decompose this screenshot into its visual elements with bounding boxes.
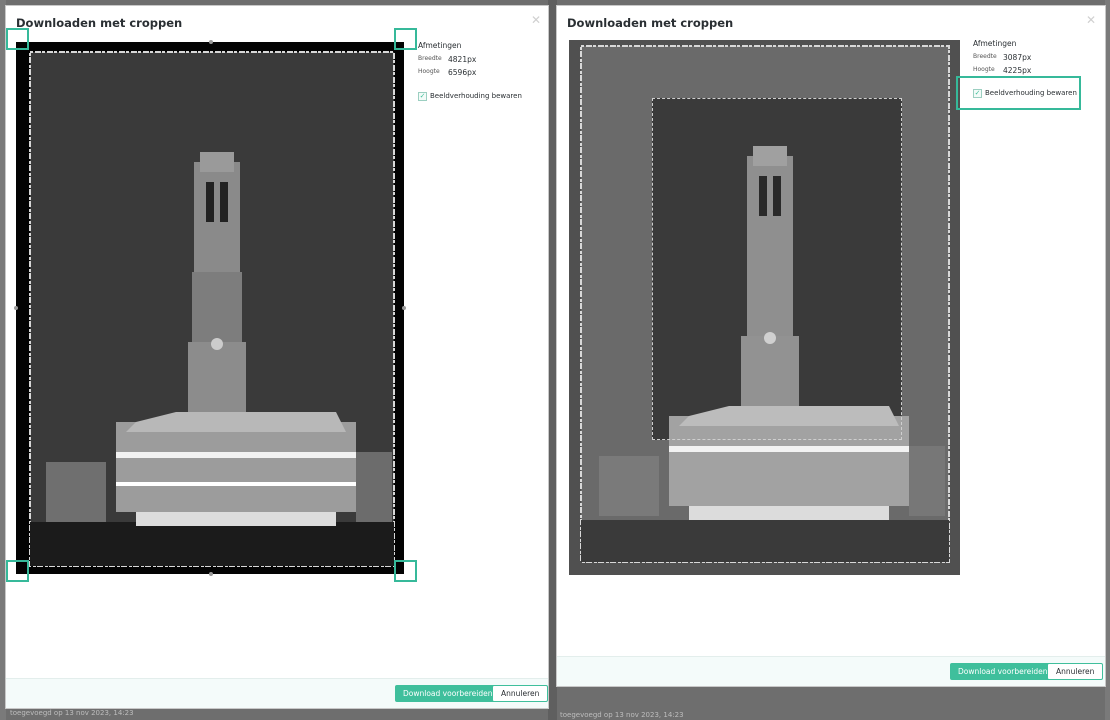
- width-label: Breedte: [973, 53, 997, 60]
- dialog-footer: Download voorbereiden Annuleren: [6, 678, 549, 708]
- keep-ratio-checkbox[interactable]: ✓ Beeldverhouding bewaren: [418, 90, 522, 102]
- prepare-download-button[interactable]: Download voorbereiden: [395, 685, 501, 702]
- crop-image-area[interactable]: [569, 40, 960, 575]
- corner-handle-top-left[interactable]: [6, 28, 29, 50]
- dimensions-heading: Afmetingen: [418, 41, 462, 50]
- backdrop-middle: [548, 0, 557, 720]
- crop-image-area[interactable]: [16, 42, 404, 574]
- crop-handle-bottom[interactable]: [209, 572, 213, 576]
- belfry-photo: [16, 42, 404, 574]
- crop-handle-top[interactable]: [209, 40, 213, 44]
- backdrop-footer-text-right: toegevoegd op 13 nov 2023, 14:23: [560, 711, 684, 719]
- corner-handle-bottom-left[interactable]: [6, 560, 29, 582]
- height-label: Hoogte: [418, 68, 440, 75]
- checkmark-icon: ✓: [418, 91, 427, 101]
- backdrop-footer-text-left: toegevoegd op 13 nov 2023, 14:23: [10, 709, 134, 717]
- crop-dialog-left: Downloaden met croppen ✕ Afmetingen Bree…: [6, 6, 549, 708]
- width-value: 3087px: [1003, 53, 1032, 62]
- dialog-title: Downloaden met croppen: [567, 16, 734, 30]
- height-label: Hoogte: [973, 66, 995, 73]
- crop-handle-right[interactable]: [402, 306, 406, 310]
- crop-dialog-right: Downloaden met croppen ✕ Afmetingen Bree…: [557, 6, 1105, 686]
- keep-ratio-checkbox[interactable]: ✓ Beeldverhouding bewaren: [973, 87, 1077, 99]
- backdrop-right: [1105, 0, 1110, 720]
- prepare-download-button[interactable]: Download voorbereiden: [950, 663, 1056, 680]
- corner-handle-top-right[interactable]: [394, 28, 417, 50]
- corner-handle-bottom-right[interactable]: [394, 560, 417, 582]
- keep-ratio-label: Beeldverhouding bewaren: [430, 92, 522, 100]
- dialog-footer: Download voorbereiden Annuleren: [557, 656, 1105, 686]
- width-label: Breedte: [418, 55, 442, 62]
- height-value: 6596px: [448, 68, 477, 77]
- cancel-button[interactable]: Annuleren: [492, 685, 549, 702]
- close-icon[interactable]: ✕: [1085, 14, 1097, 26]
- width-value: 4821px: [448, 55, 477, 64]
- crop-selection-box[interactable]: [652, 98, 902, 440]
- crop-handle-left[interactable]: [14, 306, 18, 310]
- checkmark-icon: ✓: [973, 88, 982, 98]
- dialog-title: Downloaden met croppen: [16, 16, 183, 30]
- close-icon[interactable]: ✕: [530, 14, 542, 26]
- cancel-button[interactable]: Annuleren: [1047, 663, 1104, 680]
- height-value: 4225px: [1003, 66, 1032, 75]
- dimensions-heading: Afmetingen: [973, 39, 1017, 48]
- keep-ratio-label: Beeldverhouding bewaren: [985, 89, 1077, 97]
